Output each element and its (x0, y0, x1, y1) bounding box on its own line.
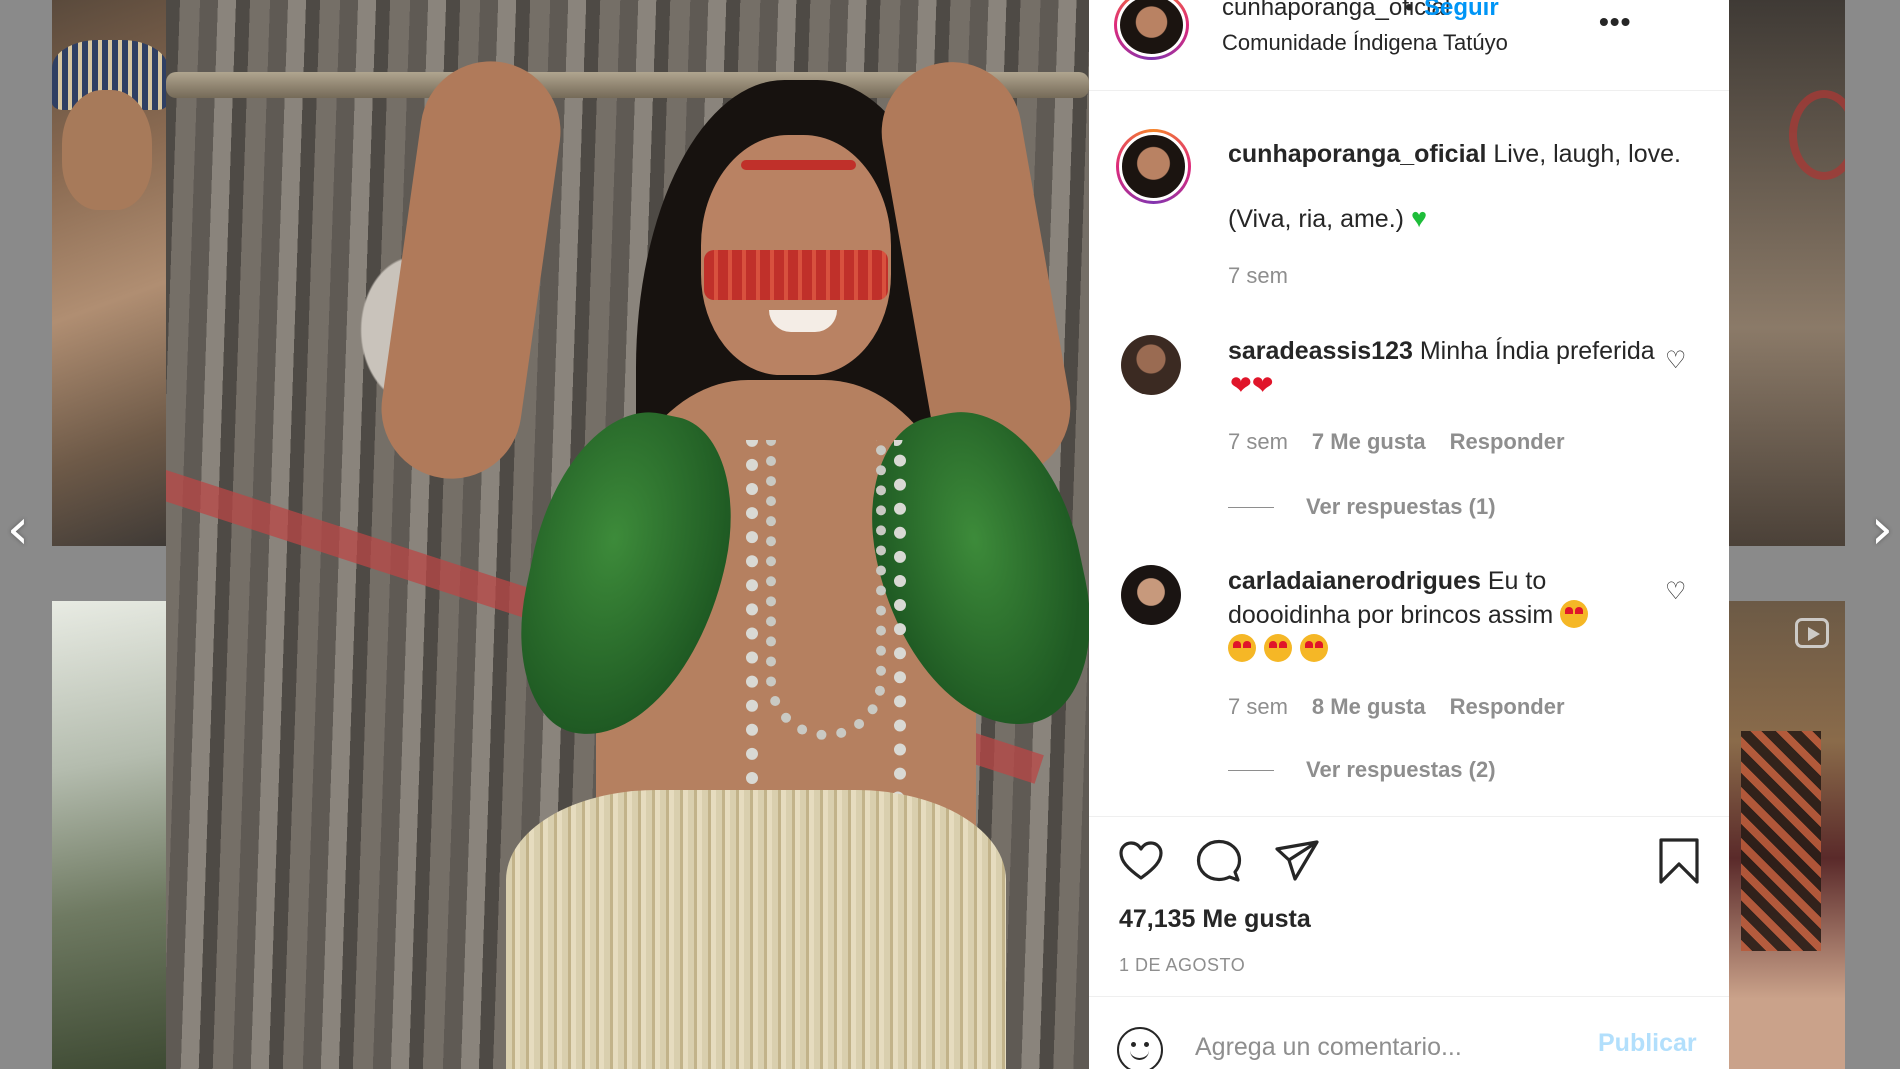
post-photo[interactable] (166, 0, 1089, 1069)
view-replies-button[interactable]: Ver respuestas (1) (1228, 494, 1496, 520)
caption: cunhaporanga_oficial Live, laugh, love. (1228, 137, 1688, 171)
post-header: cunhaporanga_oficial • Seguir Comunidade… (1089, 0, 1729, 91)
comment-like-icon[interactable]: ♡ (1665, 580, 1689, 604)
comment-like-icon[interactable]: ♡ (1665, 349, 1689, 373)
view-replies-button[interactable]: Ver respuestas (2) (1228, 757, 1496, 783)
share-icon[interactable] (1273, 837, 1321, 885)
comment-meta: 7 sem 8 Me gusta Responder (1228, 694, 1565, 720)
thumbnail-wall-paint (1789, 90, 1845, 180)
chevron-left-icon[interactable]: ‹ (0, 502, 36, 558)
photo-face-paint (704, 250, 888, 300)
heart-eyes-emoji (1228, 634, 1256, 662)
view-replies-label: Ver respuestas (2) (1306, 757, 1496, 782)
red-heart-emoji: ❤❤ (1230, 370, 1274, 400)
reply-button[interactable]: Responder (1450, 429, 1565, 455)
post-side-panel: cunhaporanga_oficial • Seguir Comunidade… (1089, 0, 1729, 1069)
chevron-right-icon[interactable]: › (1864, 502, 1900, 558)
post-actions: 47,135 Me gusta 1 DE AGOSTO (1089, 816, 1729, 996)
photo-straw-skirt (506, 790, 1006, 1069)
post-date[interactable]: 1 DE AGOSTO (1119, 955, 1245, 976)
likes-count[interactable]: 47,135 Me gusta (1119, 905, 1311, 934)
heart-eyes-emoji (1264, 634, 1292, 662)
green-heart-emoji: ♥ (1410, 203, 1427, 233)
comment-username[interactable]: saradeassis123 (1228, 337, 1413, 365)
replies-divider (1228, 769, 1274, 771)
view-replies-label: Ver respuestas (1) (1306, 494, 1496, 519)
caption-username[interactable]: cunhaporanga_oficial (1228, 140, 1486, 168)
comment-text: saradeassis123 Minha Índia preferida ❤❤ (1228, 334, 1658, 403)
header-username[interactable]: cunhaporanga_oficial (1222, 0, 1450, 22)
comment-timestamp[interactable]: 7 sem (1228, 429, 1288, 455)
add-comment-bar: Publicar (1089, 996, 1729, 1069)
caption-translation: (Viva, ria, ame.) ♥ (1228, 203, 1427, 234)
background-thumbnail-right-bottom (1729, 601, 1845, 1069)
comment-timestamp[interactable]: 7 sem (1228, 694, 1288, 720)
bookmark-icon[interactable] (1655, 837, 1703, 885)
emoji-icon[interactable] (1117, 1027, 1163, 1069)
thumbnail-woven-pattern (1741, 731, 1821, 951)
heart-eyes-emoji (1560, 600, 1589, 628)
caption-translation-text: (Viva, ria, ame.) (1228, 205, 1404, 233)
more-options-icon[interactable]: ••• (1599, 6, 1631, 38)
post-location[interactable]: Comunidade Índigena Tatúyo (1222, 30, 1508, 56)
header-avatar[interactable] (1114, 0, 1189, 60)
comment-avatar[interactable] (1121, 565, 1181, 625)
caption-timestamp[interactable]: 7 sem (1228, 263, 1288, 289)
publish-button[interactable]: Publicar (1598, 1029, 1697, 1058)
heart-eyes-emoji (1300, 634, 1328, 662)
comments-list[interactable]: cunhaporanga_oficial Live, laugh, love. … (1089, 91, 1729, 816)
comment-body: Minha Índia preferida (1419, 337, 1655, 365)
background-thumbnail-left-bottom (52, 601, 168, 1069)
header-separator: • (1405, 0, 1414, 21)
photo-necklace-inner (766, 440, 886, 740)
comment-text: carladaianerodrigues Eu to doooidinha po… (1228, 564, 1658, 666)
thumbnail-face (62, 90, 152, 210)
comment-input[interactable] (1195, 1027, 1595, 1067)
post-modal: cunhaporanga_oficial • Seguir Comunidade… (166, 0, 1729, 1069)
photo-forehead-paint (741, 160, 856, 170)
caption-text: Live, laugh, love. (1493, 140, 1681, 168)
caption-avatar[interactable] (1116, 129, 1191, 204)
follow-button[interactable]: Seguir (1424, 0, 1499, 22)
comment-username[interactable]: carladaianerodrigues (1228, 567, 1481, 595)
comment-icon[interactable] (1195, 837, 1243, 885)
heart-icon[interactable] (1117, 837, 1165, 885)
comment-avatar[interactable] (1121, 335, 1181, 395)
reply-button[interactable]: Responder (1450, 694, 1565, 720)
reels-icon (1795, 618, 1829, 648)
comment-meta: 7 sem 7 Me gusta Responder (1228, 429, 1565, 455)
background-thumbnail-right-top (1729, 0, 1845, 546)
comment-likes[interactable]: 7 Me gusta (1312, 429, 1426, 455)
background-thumbnail-left-top (52, 0, 168, 546)
comment-likes[interactable]: 8 Me gusta (1312, 694, 1426, 720)
replies-divider (1228, 506, 1274, 508)
